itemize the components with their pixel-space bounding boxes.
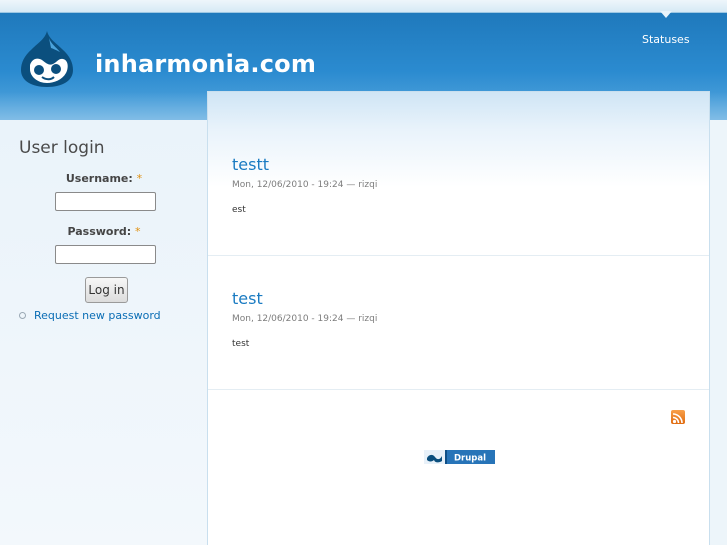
top-strip xyxy=(0,0,727,13)
powered-by-drupal-badge[interactable]: Drupal xyxy=(424,449,495,464)
post-item: testt Mon, 12/06/2010 - 19:24 — rizqi es… xyxy=(208,121,709,256)
post-body: est xyxy=(232,205,246,215)
main-content: testt Mon, 12/06/2010 - 19:24 — rizqi es… xyxy=(207,91,710,545)
login-button[interactable]: Log in xyxy=(85,277,128,303)
active-tab-arrow-icon xyxy=(660,11,672,18)
password-label: Password: * xyxy=(0,225,208,238)
request-password-link[interactable]: Request new password xyxy=(34,309,161,322)
powered-by-text: Drupal xyxy=(454,454,486,464)
sidebar: User login Username: * Password: * Log i… xyxy=(0,120,208,545)
rss-feed-icon[interactable] xyxy=(671,410,685,424)
username-label: Username: * xyxy=(0,172,208,185)
drupal-logo-icon[interactable] xyxy=(18,29,76,89)
post-title-link[interactable]: test xyxy=(232,289,263,308)
drupal-badge-icon: Drupal xyxy=(424,450,495,464)
password-field[interactable] xyxy=(55,245,156,264)
username-field[interactable] xyxy=(55,192,156,211)
post-item: test Mon, 12/06/2010 - 19:24 — rizqi tes… xyxy=(208,256,709,390)
post-meta: Mon, 12/06/2010 - 19:24 — rizqi xyxy=(232,180,378,190)
user-login-title: User login xyxy=(19,138,105,158)
site-name-link[interactable]: inharmonia.com xyxy=(95,50,316,78)
list-bullet-icon xyxy=(19,312,26,319)
required-marker: * xyxy=(136,172,143,185)
rss-glyph-icon xyxy=(672,413,683,424)
required-marker: * xyxy=(135,225,141,238)
post-meta: Mon, 12/06/2010 - 19:24 — rizqi xyxy=(232,314,378,324)
post-body: test xyxy=(232,339,250,349)
post-title-link[interactable]: testt xyxy=(232,155,269,174)
tab-statuses[interactable]: Statuses xyxy=(642,33,690,46)
username-label-text: Username: xyxy=(65,172,133,185)
password-label-text: Password: xyxy=(67,225,132,238)
